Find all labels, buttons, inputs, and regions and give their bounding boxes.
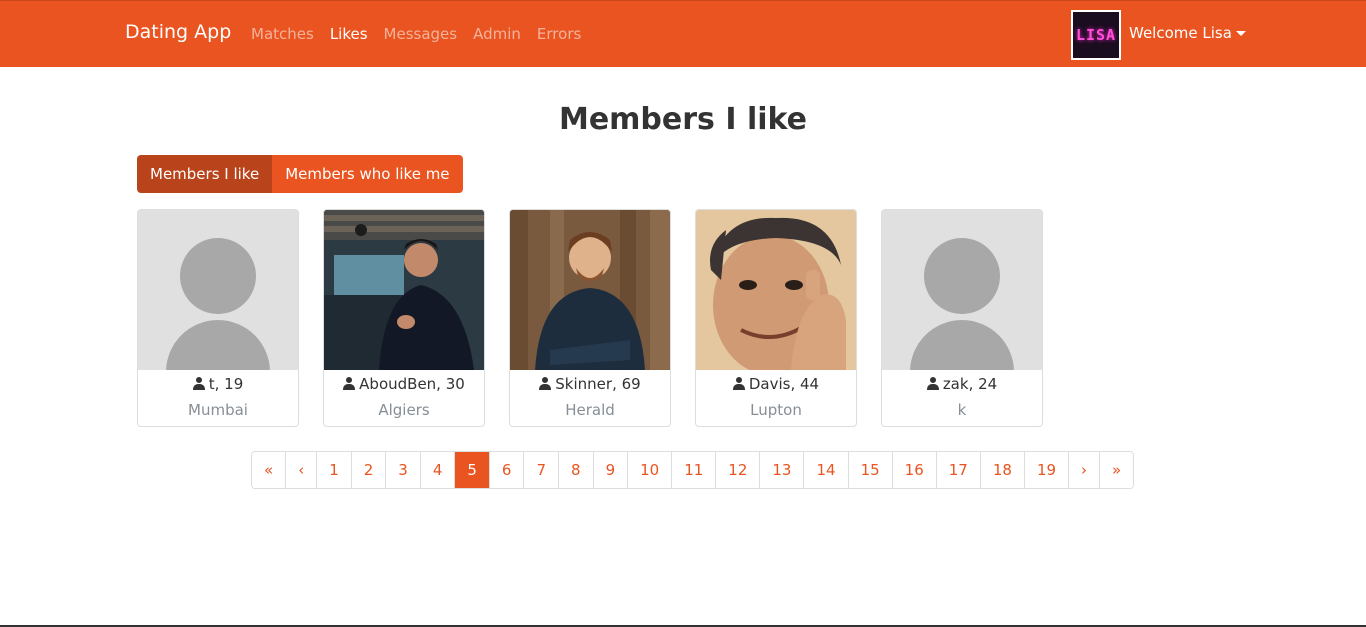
page-link[interactable]: 6 — [488, 452, 524, 488]
avatar-placeholder-body — [166, 320, 270, 370]
user-avatar[interactable]: LISA — [1071, 10, 1121, 60]
page-next-button[interactable]: › — [1068, 452, 1100, 488]
member-name: AboudBen, 30 — [324, 375, 484, 393]
page-link[interactable]: 7 — [523, 452, 559, 488]
page-link[interactable]: 15 — [847, 452, 892, 488]
member-photo-image — [510, 210, 670, 370]
avatar-placeholder-icon — [924, 238, 1000, 314]
member-card[interactable]: Skinner, 69 Herald — [509, 209, 671, 427]
member-name-text: t, 19 — [208, 375, 244, 393]
page-link[interactable]: 9 — [592, 452, 628, 488]
user-icon — [192, 377, 205, 390]
tab-members-who-like-me[interactable]: Members who like me — [272, 155, 463, 193]
member-name: Skinner, 69 — [510, 375, 670, 393]
member-name: t, 19 — [138, 375, 298, 393]
page-link[interactable]: 12 — [715, 452, 760, 488]
pagination: « ‹ 1 2 3 4 5 6 7 8 9 10 11 12 13 14 15 … — [251, 451, 1135, 489]
nav-link-messages[interactable]: Messages — [384, 25, 458, 43]
member-card[interactable]: Davis, 44 Lupton — [695, 209, 857, 427]
member-photo — [324, 210, 484, 370]
chevron-down-icon — [1235, 31, 1246, 36]
navbar: Dating App Matches Likes Messages Admin … — [0, 0, 1366, 67]
member-city: Lupton — [750, 401, 802, 419]
nav-link-admin[interactable]: Admin — [473, 25, 521, 43]
member-card[interactable]: AboudBen, 30 Algiers — [323, 209, 485, 427]
member-city: Algiers — [378, 401, 430, 419]
page-link[interactable]: 18 — [979, 452, 1024, 488]
avatar-placeholder-body — [910, 320, 1014, 370]
page-last-button[interactable]: » — [1099, 452, 1134, 488]
page-title: Members I like — [558, 102, 808, 137]
page-prev-button[interactable]: ‹ — [285, 452, 317, 488]
member-card[interactable]: zak, 24 k — [881, 209, 1043, 427]
member-list: t, 19 Mumbai AboudBen, 30 Algiers Skinne… — [137, 209, 1043, 427]
page-link[interactable]: 19 — [1023, 452, 1069, 488]
member-city: Mumbai — [188, 401, 248, 419]
member-photo — [510, 210, 670, 370]
page-link[interactable]: 13 — [759, 452, 804, 488]
page-link[interactable]: 8 — [558, 452, 593, 488]
member-card[interactable]: t, 19 Mumbai — [137, 209, 299, 427]
member-name-text: AboudBen, 30 — [359, 375, 465, 393]
page-link-active[interactable]: 5 — [454, 452, 489, 488]
member-name-text: Skinner, 69 — [555, 375, 641, 393]
member-name-text: Davis, 44 — [748, 375, 820, 393]
member-name: zak, 24 — [882, 375, 1042, 393]
nav-link-matches[interactable]: Matches — [251, 25, 314, 43]
page-link[interactable]: 4 — [419, 452, 455, 488]
member-photo — [696, 210, 856, 370]
user-icon — [539, 377, 552, 390]
tab-members-i-like[interactable]: Members I like — [137, 155, 273, 193]
page-link[interactable]: 16 — [891, 452, 936, 488]
member-photo-placeholder — [882, 210, 1042, 370]
user-dropdown-toggle[interactable]: Welcome Lisa — [1129, 24, 1246, 42]
member-name: Davis, 44 — [696, 375, 856, 393]
welcome-text: Welcome Lisa — [1129, 24, 1232, 42]
nav-links: Matches Likes Messages Admin Errors — [251, 25, 581, 43]
page-link[interactable]: 3 — [385, 452, 420, 488]
member-city: k — [957, 401, 967, 419]
likes-filter-group: Members I like Members who like me — [137, 155, 463, 193]
member-name-text: zak, 24 — [942, 375, 998, 393]
page-link[interactable]: 14 — [803, 452, 848, 488]
member-photo-image — [696, 210, 856, 370]
page-link[interactable]: 2 — [350, 452, 386, 488]
user-icon — [732, 377, 745, 390]
member-city: Herald — [565, 401, 615, 419]
avatar-placeholder-icon — [180, 238, 256, 314]
page-link[interactable]: 11 — [671, 452, 716, 488]
page-link[interactable]: 1 — [316, 452, 351, 488]
user-icon — [926, 377, 939, 390]
page-link[interactable]: 10 — [627, 452, 672, 488]
avatar-text: LISA — [1075, 26, 1117, 44]
brand-link[interactable]: Dating App — [125, 21, 231, 43]
nav-link-likes[interactable]: Likes — [330, 25, 368, 43]
user-icon — [343, 377, 356, 390]
member-photo-image — [324, 210, 484, 370]
page-link[interactable]: 17 — [935, 452, 980, 488]
page-first-button[interactable]: « — [252, 452, 286, 488]
nav-link-errors[interactable]: Errors — [537, 25, 581, 43]
member-photo-placeholder — [138, 210, 298, 370]
